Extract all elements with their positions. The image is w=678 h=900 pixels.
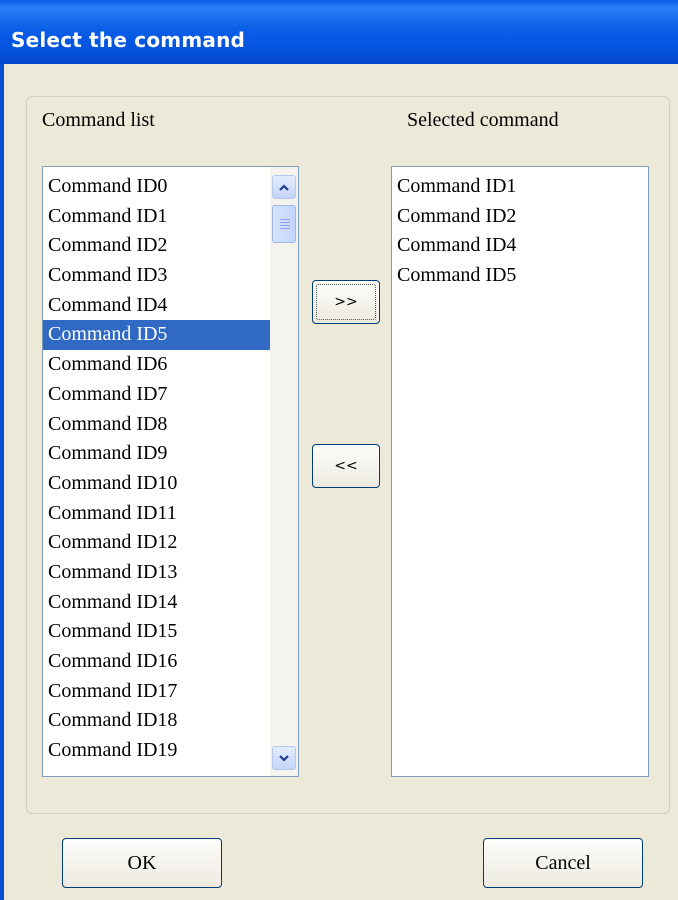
command-list-scrollbar[interactable] <box>270 167 298 776</box>
list-item[interactable]: Command ID7 <box>43 380 298 410</box>
add-button[interactable]: >> <box>312 280 380 324</box>
list-item[interactable]: Command ID11 <box>43 499 298 529</box>
list-item[interactable]: Command ID4 <box>392 231 648 261</box>
grip-line <box>280 219 290 220</box>
list-item[interactable]: Command ID19 <box>43 736 298 766</box>
list-item[interactable]: Command ID6 <box>43 350 298 380</box>
command-list-box[interactable]: Command ID0 Command ID1 Command ID2 Command… <box>42 166 299 777</box>
ok-button[interactable]: OK <box>62 838 222 888</box>
list-item[interactable]: Command ID15 <box>43 617 298 647</box>
grip-line <box>280 228 290 229</box>
list-item[interactable]: Command ID0 <box>43 172 298 202</box>
list-item[interactable]: Command ID14 <box>43 588 298 618</box>
list-item[interactable]: Command ID9 <box>43 439 298 469</box>
command-list-label: Command list <box>42 109 155 131</box>
list-item[interactable]: Command ID2 <box>392 202 648 232</box>
list-item[interactable]: Command ID18 <box>43 706 298 736</box>
selected-command-box[interactable]: Command ID1 Command ID2 Command ID4 Command… <box>391 166 649 777</box>
scroll-up-button[interactable] <box>272 175 296 199</box>
list-item[interactable]: Command ID5 <box>43 320 298 351</box>
selected-command-label: Selected command <box>407 109 559 131</box>
scroll-down-button[interactable] <box>272 746 296 770</box>
grip-line <box>280 225 290 226</box>
list-item[interactable]: Command ID3 <box>43 261 298 291</box>
list-item[interactable]: Command ID12 <box>43 528 298 558</box>
cancel-button[interactable]: Cancel <box>483 838 643 888</box>
scroll-thumb[interactable] <box>272 205 296 243</box>
window-title: Select the command <box>11 28 246 52</box>
command-list-items: Command ID0 Command ID1 Command ID2 Command… <box>43 172 298 766</box>
scroll-up-arrow-icon <box>279 183 289 191</box>
list-item[interactable]: Command ID5 <box>392 261 648 291</box>
list-item[interactable]: Command ID10 <box>43 469 298 499</box>
list-item[interactable]: Command ID17 <box>43 677 298 707</box>
title-bar[interactable]: Select the command <box>0 0 678 64</box>
list-item[interactable]: Command ID4 <box>43 291 298 321</box>
selected-command-items: Command ID1 Command ID2 Command ID4 Command… <box>392 172 648 291</box>
list-item[interactable]: Command ID16 <box>43 647 298 677</box>
list-item[interactable]: Command ID8 <box>43 410 298 440</box>
remove-button[interactable]: << <box>312 444 380 488</box>
grip-line <box>280 222 290 223</box>
list-item[interactable]: Command ID2 <box>43 231 298 261</box>
list-item[interactable]: Command ID13 <box>43 558 298 588</box>
scroll-down-arrow-icon <box>279 754 289 762</box>
list-item[interactable]: Command ID1 <box>392 172 648 202</box>
list-item[interactable]: Command ID1 <box>43 202 298 232</box>
